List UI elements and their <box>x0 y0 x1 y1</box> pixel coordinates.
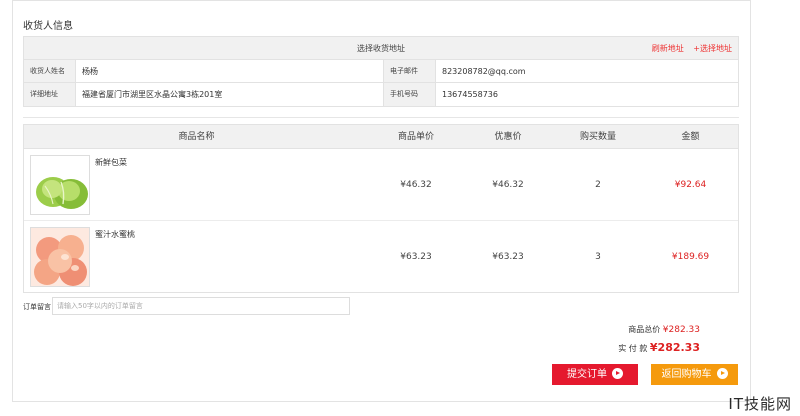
paid-value: ¥282.33 <box>649 341 700 354</box>
play-arrow-icon <box>612 368 623 379</box>
back-to-cart-label: 返回购物车 <box>661 369 712 380</box>
table-row: 蜜汁水蜜桃 ¥63.23 ¥63.23 3 ¥189.69 <box>24 221 738 293</box>
goods-name-cell: 蜜汁水蜜桃 <box>24 221 369 293</box>
goods-discount: ¥63.23 <box>492 252 524 262</box>
goods-price: ¥46.32 <box>400 179 432 190</box>
table-row: 新鲜包菜 ¥46.32 ¥46.32 2 ¥92.64 <box>24 149 738 221</box>
goods-amount: ¥92.64 <box>674 179 707 190</box>
goods-qty: 3 <box>595 252 601 262</box>
col-header-name: 商品名称 <box>178 132 215 142</box>
phone-label: 手机号码 <box>384 83 436 106</box>
watermark-text: IT技能网 <box>728 395 792 413</box>
goods-table: 商品名称 商品单价 优惠价 购买数量 金额 新鲜包菜 ¥46.32 ¥46.32 <box>23 124 739 293</box>
goods-price: ¥63.23 <box>400 252 432 262</box>
email-label: 电子邮件 <box>384 60 436 82</box>
address-block: 选择收货地址 刷新地址 +选择地址 收货人姓名 杨杨 电子邮件 82320878… <box>23 36 739 107</box>
goods-total-row: 商品总价 ¥282.33 <box>628 324 700 335</box>
goods-title[interactable]: 蜜汁水蜜桃 <box>95 229 135 240</box>
back-to-cart-button[interactable]: 返回购物车 <box>651 364 738 385</box>
section-title: 收货人信息 <box>23 21 73 32</box>
email-value: 823208782@qq.com <box>442 67 526 76</box>
paid-label: 实 付 款 <box>618 344 648 353</box>
address-header-label: 选择收货地址 <box>357 44 405 53</box>
col-header-amount: 金额 <box>681 132 700 142</box>
address-row-2: 详细地址 福建省厦门市湖里区水晶公寓3栋201室 手机号码 1367455873… <box>24 83 738 106</box>
col-header-qty: 购买数量 <box>579 132 616 142</box>
address-header: 选择收货地址 刷新地址 +选择地址 <box>24 37 738 60</box>
receiver-name-value: 杨杨 <box>76 60 384 82</box>
goods-qty: 2 <box>595 179 601 190</box>
remark-label: 订单留言 <box>23 303 51 311</box>
refresh-address-link[interactable]: 刷新地址 <box>652 44 684 53</box>
section-divider <box>23 117 739 118</box>
select-address-link[interactable]: +选择地址 <box>693 44 732 53</box>
col-header-price: 商品单价 <box>397 132 434 142</box>
receiver-name-label: 收货人姓名 <box>24 60 76 82</box>
goods-total-label: 商品总价 <box>628 325 661 334</box>
goods-name-cell: 新鲜包菜 <box>24 149 369 220</box>
play-arrow-icon <box>716 368 728 379</box>
detail-address-label: 详细地址 <box>24 83 76 106</box>
remark-input[interactable] <box>52 297 350 315</box>
detail-address-value: 福建省厦门市湖里区水晶公寓3栋201室 <box>76 83 384 106</box>
goods-table-header: 商品名称 商品单价 优惠价 购买数量 金额 <box>24 125 738 149</box>
peach-image[interactable] <box>30 227 90 287</box>
goods-total-value: ¥282.33 <box>662 325 700 335</box>
cabbage-image[interactable] <box>30 155 90 215</box>
submit-order-button[interactable]: 提交订单 <box>552 364 638 385</box>
address-links: 刷新地址 +选择地址 <box>645 37 732 60</box>
phone-value: 13674558736 <box>442 90 498 99</box>
col-header-discount: 优惠价 <box>494 132 522 142</box>
paid-total-row: 实 付 款 ¥282.33 <box>618 341 700 354</box>
submit-order-label: 提交订单 <box>567 369 607 380</box>
goods-amount: ¥189.69 <box>671 252 710 262</box>
goods-title[interactable]: 新鲜包菜 <box>95 157 127 168</box>
goods-discount: ¥46.32 <box>492 179 524 190</box>
address-row-1: 收货人姓名 杨杨 电子邮件 823208782@qq.com <box>24 60 738 83</box>
